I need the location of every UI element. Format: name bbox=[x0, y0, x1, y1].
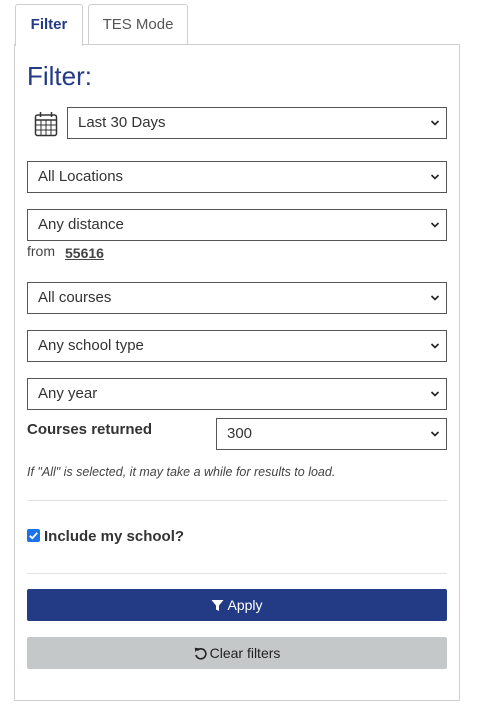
date-range-value: Last 30 Days bbox=[78, 114, 166, 131]
checkmark-icon bbox=[29, 532, 38, 540]
chevron-down-icon bbox=[430, 120, 440, 126]
calendar-icon[interactable] bbox=[34, 111, 58, 137]
load-time-note: If "All" is selected, it may take a whil… bbox=[27, 465, 336, 479]
zip-code-link[interactable]: 55616 bbox=[65, 245, 104, 261]
year-select[interactable]: Any year bbox=[27, 378, 447, 410]
year-value: Any year bbox=[38, 385, 98, 402]
distance-value: Any distance bbox=[38, 216, 124, 233]
apply-button[interactable]: Apply bbox=[27, 589, 447, 621]
panel-title: Filter: bbox=[27, 61, 92, 91]
divider bbox=[27, 573, 447, 574]
courses-returned-label: Courses returned bbox=[27, 421, 153, 438]
filter-panel: Filter: Last 30 Days All Locations Any d… bbox=[14, 44, 460, 701]
tab-tes-mode[interactable]: TES Mode bbox=[88, 4, 188, 45]
chevron-down-icon bbox=[430, 391, 440, 397]
chevron-down-icon bbox=[430, 343, 440, 349]
distance-select[interactable]: Any distance bbox=[27, 209, 447, 241]
divider bbox=[27, 500, 447, 501]
courses-returned-value: 300 bbox=[227, 425, 253, 442]
chevron-down-icon bbox=[430, 222, 440, 228]
chevron-down-icon bbox=[430, 295, 440, 301]
include-school-label: Include my school? bbox=[44, 528, 185, 545]
school-type-select[interactable]: Any school type bbox=[27, 330, 447, 362]
chevron-down-icon bbox=[430, 174, 440, 180]
clear-filters-label: Clear filters bbox=[209, 645, 281, 661]
courses-value: All courses bbox=[38, 289, 112, 306]
courses-select[interactable]: All courses bbox=[27, 282, 447, 314]
filter-icon bbox=[211, 600, 224, 611]
location-select[interactable]: All Locations bbox=[27, 161, 447, 193]
school-type-value: Any school type bbox=[38, 337, 144, 354]
reset-icon bbox=[194, 647, 207, 660]
location-value: All Locations bbox=[38, 168, 124, 185]
include-school-checkbox[interactable] bbox=[27, 529, 40, 542]
chevron-down-icon bbox=[430, 431, 440, 437]
apply-label: Apply bbox=[227, 597, 263, 613]
clear-filters-button[interactable]: Clear filters bbox=[27, 637, 447, 669]
courses-returned-select[interactable]: 300 bbox=[216, 418, 447, 450]
from-label: from bbox=[27, 243, 55, 259]
date-range-select[interactable]: Last 30 Days bbox=[67, 107, 447, 139]
tab-filter[interactable]: Filter bbox=[15, 4, 83, 46]
